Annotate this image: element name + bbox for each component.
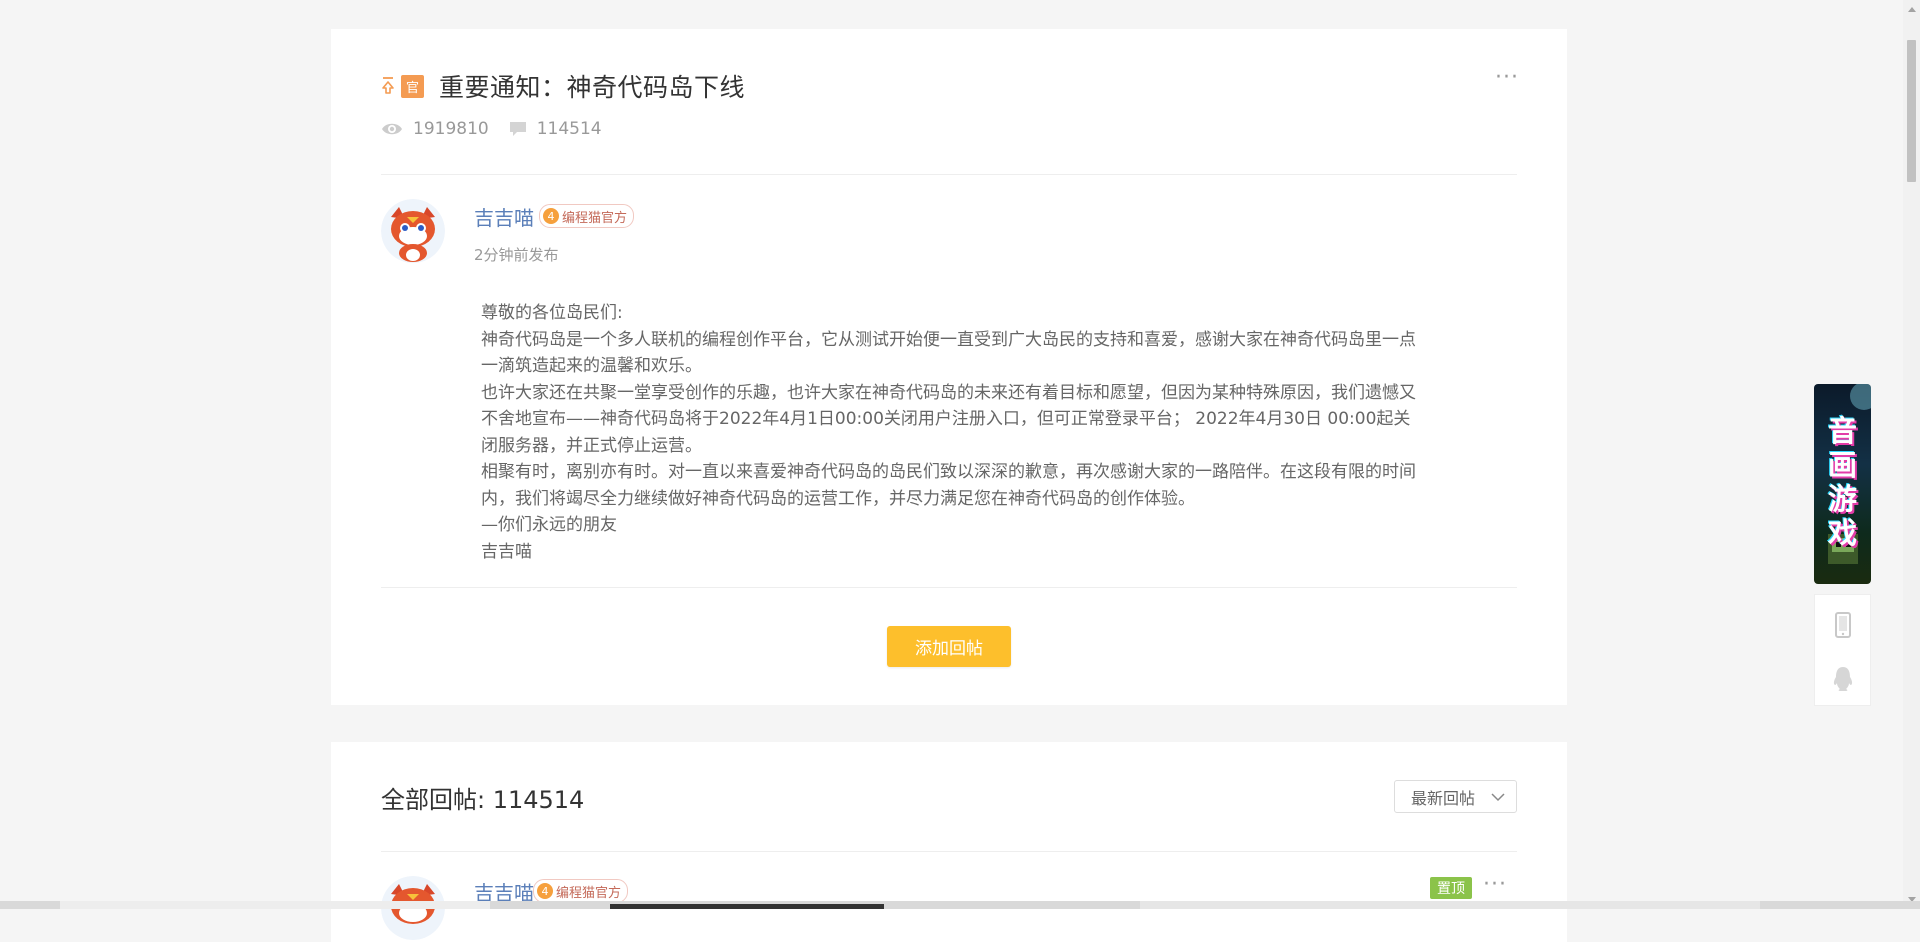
scrollbar-thumb[interactable] — [1907, 40, 1916, 182]
divider — [381, 851, 1517, 852]
game-ad-banner[interactable]: 音画游戏 — [1814, 384, 1871, 584]
comments-count: 114514 — [536, 119, 602, 139]
post-card: 官 重要通知：神奇代码岛下线 ··· 1919810 114514 吉吉喵 4 … — [331, 29, 1567, 705]
post-paragraph: 神奇代码岛是一个多人联机的编程创作平台，它从测试开始便一直受到广大岛民的支持和喜… — [481, 329, 1416, 377]
official-badge: 官 — [401, 74, 424, 98]
qq-icon[interactable] — [1831, 665, 1855, 693]
post-title-row: 官 重要通知：神奇代码岛下线 — [381, 71, 746, 102]
reply-more-icon[interactable]: ··· — [1483, 874, 1507, 896]
post-paragraph: —你们永远的朋友 — [481, 515, 617, 535]
pin-top-icon — [382, 77, 394, 94]
divider — [381, 587, 1517, 588]
replies-title: 全部回帖: 114514 — [381, 786, 585, 814]
scroll-track-segment — [1140, 901, 1760, 909]
views-count: 1919810 — [413, 119, 489, 139]
post-stats: 1919810 114514 — [381, 119, 622, 139]
role-label: 编程猫官方 — [556, 885, 622, 901]
views-stat: 1919810 — [381, 119, 489, 139]
level-icon: 4 — [543, 208, 559, 224]
side-tools — [1814, 594, 1871, 706]
add-reply-button[interactable]: 添加回帖 — [887, 626, 1011, 667]
comments-stat: 114514 — [509, 119, 602, 139]
sort-label: 最新回帖 — [1411, 788, 1476, 808]
post-title: 重要通知：神奇代码岛下线 — [439, 73, 746, 102]
cat-avatar-icon — [381, 199, 445, 263]
vertical-scrollbar[interactable] — [1903, 0, 1920, 909]
banner-text: 音画游戏 — [1827, 414, 1857, 550]
post-paragraph: 吉吉喵 — [481, 541, 532, 562]
scrollbar-thumb[interactable] — [610, 904, 884, 909]
scroll-up-icon[interactable] — [1908, 7, 1916, 12]
avatar[interactable] — [381, 199, 445, 263]
post-paragraph: 尊敬的各位岛民们: — [481, 303, 623, 323]
horizontal-scrollbar[interactable] — [0, 901, 1920, 909]
comment-icon — [509, 122, 526, 136]
role-label: 编程猫官方 — [562, 210, 628, 226]
mobile-icon[interactable] — [1831, 611, 1855, 639]
divider — [381, 174, 1517, 175]
official-role-badge: 4 编程猫官方 — [533, 879, 629, 903]
post-more-icon[interactable]: ··· — [1495, 67, 1519, 89]
post-body: 尊敬的各位岛民们: 神奇代码岛是一个多人联机的编程创作平台，它从测试开始便一直受… — [481, 300, 1421, 565]
scroll-track-segment — [60, 901, 490, 909]
author-name[interactable]: 吉吉喵 — [474, 202, 534, 231]
post-paragraph: 相聚有时，离别亦有时。对一直以来喜爱神奇代码岛的岛民们致以深深的歉意，再次感谢大… — [481, 462, 1416, 509]
official-role-badge: 4 编程猫官方 — [539, 204, 635, 228]
pinned-badge: 置顶 — [1430, 877, 1472, 899]
post-time: 2分钟前发布 — [474, 246, 559, 264]
chevron-down-icon — [1491, 793, 1505, 802]
post-paragraph: 也许大家还在共聚一堂享受创作的乐趣，也许大家在神奇代码岛的未来还有着目标和愿望，… — [481, 382, 1416, 456]
level-icon: 4 — [537, 883, 553, 899]
replies-card: 全部回帖: 114514 最新回帖 吉吉喵 4 编程猫官方 置顶 ··· — [331, 742, 1567, 942]
sort-select[interactable]: 最新回帖 — [1394, 780, 1517, 813]
eye-icon — [382, 123, 402, 135]
